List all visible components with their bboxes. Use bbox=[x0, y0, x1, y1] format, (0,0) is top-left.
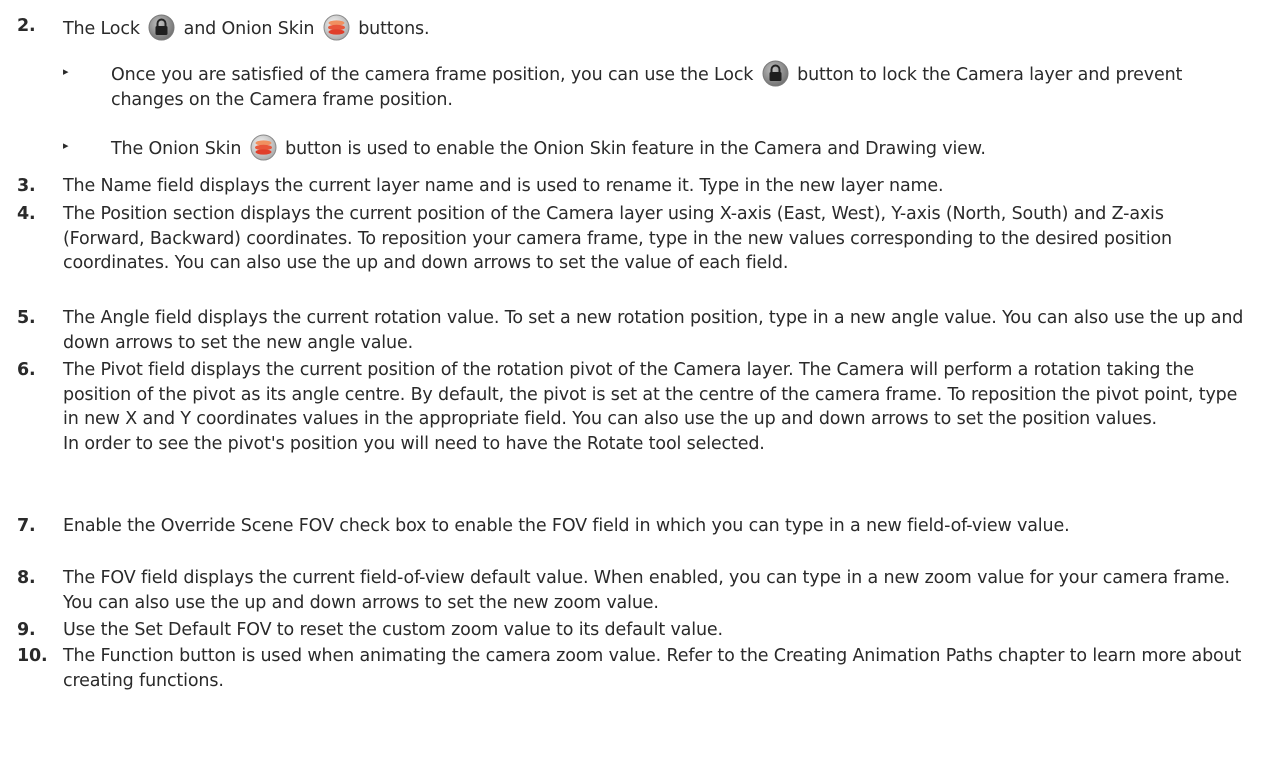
bullet-icon: ▸ bbox=[63, 65, 69, 78]
text-segment: button is used to enable the Onion Skin … bbox=[285, 139, 986, 159]
item-text: The Function button is used when animati… bbox=[63, 646, 1242, 691]
item-number: 8. bbox=[17, 568, 36, 588]
item-text: Use the Set Default FOV to reset the cus… bbox=[63, 620, 723, 640]
text-segment: Once you are satisfied of the camera fra… bbox=[111, 65, 754, 85]
document-page: 2. The Lock and Onion Skin buttons. ▸ On… bbox=[0, 0, 1266, 771]
item-text: Once you are satisfied of the camera fra… bbox=[111, 60, 1248, 112]
item-number: 3. bbox=[17, 176, 36, 196]
item-text: The Lock and Onion Skin buttons. bbox=[63, 14, 1248, 42]
item-text: Enable the Override Scene FOV check box … bbox=[63, 516, 1070, 536]
text-segment: and Onion Skin bbox=[183, 19, 315, 39]
bullet-icon: ▸ bbox=[63, 139, 69, 152]
lock-icon bbox=[762, 60, 789, 87]
item-number: 9. bbox=[17, 620, 36, 640]
item-text: The Angle field displays the current rot… bbox=[63, 308, 1244, 353]
item-text: The Onion Skin button is used to enable … bbox=[111, 134, 1248, 162]
item-text: The Position section displays the curren… bbox=[63, 204, 1172, 273]
item-number: 4. bbox=[17, 204, 36, 224]
text-segment: The Onion Skin bbox=[111, 139, 242, 159]
lock-icon bbox=[148, 14, 175, 41]
item-number: 2. bbox=[17, 16, 36, 36]
item-text: The Name field displays the current laye… bbox=[63, 176, 944, 196]
onion-skin-icon bbox=[250, 134, 277, 161]
item-number: 5. bbox=[17, 308, 36, 328]
item-number: 6. bbox=[17, 360, 36, 380]
item-text: The FOV field displays the current field… bbox=[63, 568, 1230, 613]
text-segment: The Lock bbox=[63, 19, 140, 39]
item-number: 10. bbox=[17, 646, 48, 666]
item-number: 7. bbox=[17, 516, 36, 536]
onion-skin-icon bbox=[323, 14, 350, 41]
text-segment: In order to see the pivot's position you… bbox=[63, 433, 765, 454]
item-text: The Pivot field displays the current pos… bbox=[63, 358, 1248, 456]
text-segment: buttons. bbox=[358, 19, 430, 39]
text-segment: The Pivot field displays the current pos… bbox=[63, 360, 1238, 429]
